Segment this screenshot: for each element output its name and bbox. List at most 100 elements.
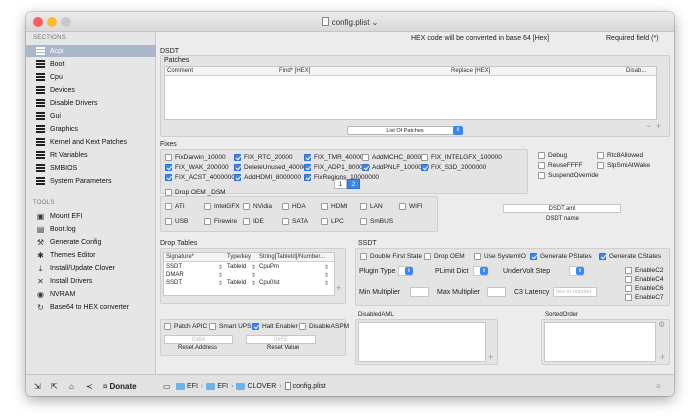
tool-item-install-update-clover[interactable]: ⤓ Install/Update Clover bbox=[26, 262, 156, 274]
checkbox-box[interactable] bbox=[625, 276, 632, 283]
export-icon[interactable]: ⇲ bbox=[34, 380, 41, 392]
fix-addmchc-80000-checkbox[interactable]: AddMCHC_80000 bbox=[362, 154, 425, 161]
max-multiplier-input[interactable] bbox=[487, 287, 506, 297]
fix-fix-wak-200000-checkbox[interactable]: FIX_WAK_200000 bbox=[165, 164, 229, 171]
share-icon[interactable]: ≺ bbox=[86, 380, 93, 392]
column-type-key[interactable]: Type/key bbox=[227, 254, 251, 260]
sidebar-item-rt-variables[interactable]: Rt Variables bbox=[26, 149, 156, 161]
sidebar-item-boot[interactable]: Boot bbox=[26, 58, 156, 70]
checkbox-box[interactable] bbox=[165, 218, 172, 225]
option-slpsmiatwake-checkbox[interactable]: SlpSmiAtWake bbox=[597, 162, 650, 169]
donate-button[interactable]: ¤ Donate bbox=[103, 380, 137, 392]
sidebar-item-kernel-and-kext-patches[interactable]: Kernel and Kext Patches bbox=[26, 136, 156, 148]
checkbox-box[interactable] bbox=[597, 152, 604, 159]
table-row[interactable]: SSDT ⇕ TableId ⇕ Cpu0Ist ⇕ bbox=[164, 280, 334, 288]
sidebar-item-smbios[interactable]: SMBIOS bbox=[26, 162, 156, 174]
sidebar-item-devices[interactable]: Devices bbox=[26, 84, 156, 96]
add-sorted-order-button[interactable]: + bbox=[660, 352, 665, 362]
dsm-hda-checkbox[interactable]: HDA bbox=[282, 203, 306, 210]
dsm-hdmi-checkbox[interactable]: HDMI bbox=[321, 203, 348, 210]
path-segment[interactable]: config.plist bbox=[293, 383, 326, 390]
column-comment[interactable]: Comment bbox=[167, 68, 193, 74]
sidebar-item-gui[interactable]: Gui bbox=[26, 110, 156, 122]
column-replace[interactable]: Replace [HEX] bbox=[451, 68, 490, 74]
checkbox-box[interactable] bbox=[282, 218, 289, 225]
sorted-order-list[interactable] bbox=[544, 322, 656, 362]
fix-addhdmi-8000000-checkbox[interactable]: AddHDMI_8000000 bbox=[234, 174, 301, 181]
reset-address-field[interactable]: 0x64 bbox=[164, 335, 233, 344]
page-1-button[interactable]: 1 bbox=[334, 179, 347, 189]
c3-latency-input[interactable]: hex or number bbox=[553, 287, 597, 297]
checkbox-box[interactable] bbox=[234, 174, 241, 181]
disableaspm-checkbox[interactable]: DisableASPM bbox=[299, 323, 349, 330]
stepper-icon[interactable]: ⇕ bbox=[324, 280, 329, 287]
checkbox-box[interactable] bbox=[362, 164, 369, 171]
column-find[interactable]: Find* [HEX] bbox=[279, 68, 310, 74]
checkbox-box[interactable] bbox=[209, 323, 216, 330]
stepper-icon[interactable]: ⇕ bbox=[218, 264, 223, 271]
dsm-ati-checkbox[interactable]: ATI bbox=[165, 203, 185, 210]
tool-item-mount-efi[interactable]: ▣ Mount EFI bbox=[26, 210, 156, 222]
checkbox-box[interactable] bbox=[597, 162, 604, 169]
checkbox-box[interactable] bbox=[538, 162, 545, 169]
dsm-lpc-checkbox[interactable]: LPC bbox=[321, 218, 344, 225]
checkbox-box[interactable] bbox=[164, 323, 171, 330]
checkbox-box[interactable] bbox=[243, 203, 250, 210]
checkbox-box[interactable] bbox=[360, 203, 367, 210]
checkbox-box[interactable] bbox=[165, 203, 172, 210]
enablec6-checkbox[interactable]: EnableC6 bbox=[625, 285, 664, 292]
checkbox-box[interactable] bbox=[599, 253, 606, 260]
halt-enabler-checkbox[interactable]: Halt Enabler bbox=[252, 323, 298, 330]
checkbox-box[interactable] bbox=[252, 323, 259, 330]
add-drop-table-button[interactable]: + bbox=[336, 283, 341, 293]
table-row[interactable]: SSDT ⇕ TableId ⇕ CpuPm ⇕ bbox=[164, 264, 334, 272]
checkbox-box[interactable] bbox=[243, 218, 250, 225]
column-disabled[interactable]: Disab... bbox=[626, 68, 646, 74]
tool-item-base64-to-hex-converter[interactable]: ↻ Base64 to HEX converter bbox=[26, 301, 156, 313]
checkbox-box[interactable] bbox=[625, 267, 632, 274]
home-icon[interactable]: ⌂ bbox=[69, 380, 74, 392]
disabled-aml-list[interactable] bbox=[358, 322, 486, 362]
import-icon[interactable]: ⇱ bbox=[51, 380, 58, 392]
checkbox-box[interactable] bbox=[204, 218, 211, 225]
chevron-down-icon[interactable]: ⌄ bbox=[369, 18, 379, 27]
checkbox-box[interactable] bbox=[530, 253, 537, 260]
dsm-intelgfx-checkbox[interactable]: IntelGFX bbox=[204, 203, 240, 210]
fix-fix-rtc-20000-checkbox[interactable]: FIX_RTC_20000 bbox=[234, 154, 293, 161]
fix-addpnlf-1000000-checkbox[interactable]: AddPNLF_1000000 bbox=[362, 164, 429, 171]
fix-fixdarwin-10000-checkbox[interactable]: FixDarwin_10000 bbox=[165, 154, 226, 161]
option-debug-checkbox[interactable]: Debug bbox=[538, 152, 567, 159]
fix-deleteunused-400000-checkbox[interactable]: DeleteUnused_400000 bbox=[234, 164, 311, 171]
stepper-icon[interactable]: ⇕ bbox=[251, 272, 256, 279]
fix-fix-adp1-800000-checkbox[interactable]: FIX_ADP1_800000 bbox=[304, 164, 370, 171]
patches-table[interactable]: Comment Find* [HEX] Replace [HEX] Disab.… bbox=[164, 66, 657, 120]
checkbox-box[interactable] bbox=[234, 154, 241, 161]
stepper-icon[interactable]: ⇕ bbox=[218, 280, 223, 287]
sidebar-item-acpi[interactable]: Acpi bbox=[26, 45, 156, 57]
checkbox-box[interactable] bbox=[538, 172, 545, 179]
sidebar-item-disable-drivers[interactable]: Disable Drivers bbox=[26, 97, 156, 109]
stepper-icon[interactable]: ⇕ bbox=[251, 264, 256, 271]
page-2-button[interactable]: 2 bbox=[347, 179, 360, 189]
checkbox-box[interactable] bbox=[234, 164, 241, 171]
stepper-icon[interactable]: ⇕ bbox=[251, 280, 256, 287]
option-suspendoverride-checkbox[interactable]: SuspendOverride bbox=[538, 172, 599, 179]
path-segment[interactable]: EFI bbox=[187, 383, 198, 390]
checkbox-box[interactable] bbox=[474, 253, 481, 260]
checkbox-box[interactable] bbox=[299, 323, 306, 330]
checkbox-box[interactable] bbox=[360, 253, 367, 260]
checkbox-box[interactable] bbox=[165, 164, 172, 171]
tool-item-install-drivers[interactable]: ✕ Install Drivers bbox=[26, 275, 156, 287]
path-segment[interactable]: CLOVER bbox=[247, 383, 276, 390]
table-row[interactable]: DMAR ⇕ ⇕ ⇕ bbox=[164, 272, 334, 280]
min-multiplier-input[interactable] bbox=[410, 287, 429, 297]
checkbox-box[interactable] bbox=[165, 189, 172, 196]
dsm-nvidia-checkbox[interactable]: NVidia bbox=[243, 203, 272, 210]
checkbox-box[interactable] bbox=[362, 154, 369, 161]
add-disabled-aml-button[interactable]: + bbox=[488, 352, 493, 362]
stepper-icon[interactable]: ⇕ bbox=[324, 264, 329, 271]
tool-item-boot-log[interactable]: ▤ Boot.log bbox=[26, 223, 156, 235]
enablec2-checkbox[interactable]: EnableC2 bbox=[625, 267, 664, 274]
tool-item-themes-editor[interactable]: ✱ Themes Editor bbox=[26, 249, 156, 261]
stepper-icon[interactable]: ⇕ bbox=[218, 272, 223, 279]
